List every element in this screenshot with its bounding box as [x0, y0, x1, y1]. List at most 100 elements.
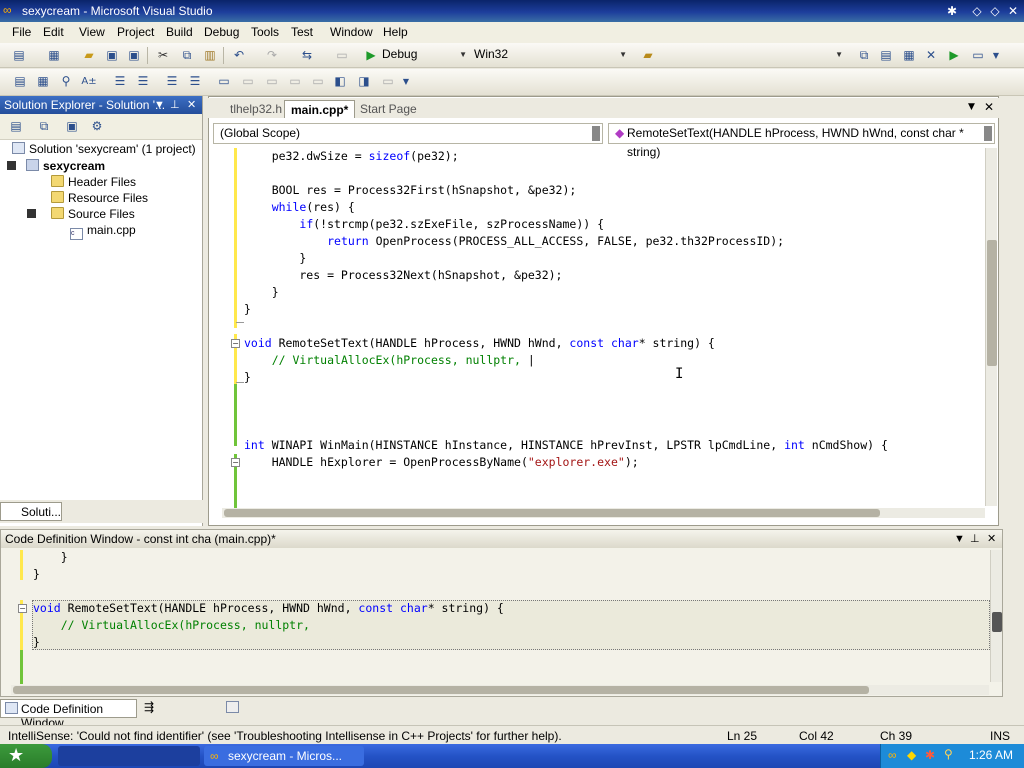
start-button[interactable]: ★ [0, 744, 52, 768]
next-bookmark-doc-icon[interactable]: ◨ [356, 74, 372, 89]
scope-dropdown[interactable]: (Global Scope) [213, 123, 603, 144]
tree-item-header-files[interactable]: Header Files [51, 175, 136, 189]
copy-icon[interactable]: ⧉ [179, 48, 195, 63]
menu-build[interactable]: Build [166, 25, 193, 39]
security-shield-icon[interactable]: ◆ [907, 748, 916, 762]
prev-bookmark-folder-icon[interactable]: ▭ [287, 74, 303, 89]
tree-item-source-files[interactable]: Source Files [27, 207, 135, 221]
collapse-icon[interactable]: − [231, 339, 240, 348]
config-combo[interactable]: Debug ▼ [366, 46, 470, 65]
tab-code-definition-window[interactable]: Code Definition Window [0, 699, 137, 730]
prev-bookmark-icon[interactable]: ▭ [240, 74, 256, 89]
menu-test[interactable]: Test [291, 25, 313, 39]
code-editor[interactable]: pe32.dwSize = sizeof(pe32); BOOL res = P… [244, 148, 888, 471]
command-window-icon[interactable]: ▭ [970, 48, 986, 63]
tab-property-manager[interactable] [134, 502, 194, 521]
menu-file[interactable]: File [12, 25, 31, 39]
tray-app-icon[interactable]: ✱ [925, 748, 935, 762]
editor-vertical-scrollbar[interactable] [985, 148, 997, 506]
tab-output[interactable] [222, 699, 278, 718]
search-icon[interactable]: ⚲ [944, 747, 953, 761]
prev-bookmark-doc-icon[interactable]: ◧ [332, 74, 348, 89]
tab-call-browser[interactable]: ⇶ [140, 699, 220, 718]
start-page-icon[interactable]: ▶ [946, 48, 962, 63]
pin-icon[interactable]: ⊥ [970, 530, 980, 548]
member-dropdown[interactable]: ◆ RemoteSetText(HANDLE hProcess, HWND hW… [608, 123, 995, 159]
close-icon[interactable]: ✕ [987, 530, 996, 548]
tab-solution-explorer[interactable]: Soluti... [0, 502, 62, 521]
active-files-dropdown-icon[interactable]: ▼ [968, 102, 975, 112]
undo-icon[interactable]: ↶ [231, 48, 247, 63]
properties-icon[interactable]: ▤ [878, 48, 894, 63]
refresh-icon[interactable]: ▣ [64, 119, 80, 134]
scrollbar-thumb[interactable] [13, 686, 869, 694]
toolbar-options-icon[interactable]: ▼ [398, 74, 414, 89]
menu-debug[interactable]: Debug [204, 25, 239, 39]
tab-main-cpp[interactable]: main.cpp* [284, 100, 356, 118]
increase-indent-icon[interactable]: ☰ [135, 74, 151, 89]
tab-start-page[interactable]: Start Page [354, 100, 423, 118]
paste-icon[interactable]: ▥ [202, 48, 218, 63]
save-icon[interactable]: ▣ [104, 48, 120, 63]
menu-help[interactable]: Help [383, 25, 408, 39]
decrease-indent-icon[interactable]: ☰ [112, 74, 128, 89]
show-all-files-icon[interactable]: ⧉ [36, 119, 52, 134]
chevron-down-icon[interactable]: ▼ [954, 530, 965, 548]
menu-project[interactable]: Project [117, 25, 154, 39]
pin-icon[interactable]: ⊥ [170, 96, 180, 114]
next-bookmark-icon[interactable]: ▭ [264, 74, 280, 89]
add-item-icon[interactable]: ▦ [46, 48, 62, 63]
redo-icon[interactable]: ↷ [264, 48, 280, 63]
minimize-button[interactable]: ◇ [968, 3, 986, 19]
menu-tools[interactable]: Tools [251, 25, 279, 39]
comment-icon[interactable]: ☰ [164, 74, 180, 89]
tree-item-project[interactable]: sexycream [7, 159, 105, 173]
tab-class-view[interactable] [66, 502, 130, 521]
solution-explorer-icon[interactable]: ⧉ [856, 48, 872, 63]
collapse-icon[interactable]: − [231, 458, 240, 467]
properties-icon[interactable]: ▤ [8, 119, 24, 134]
uncomment-icon[interactable]: ☰ [187, 74, 203, 89]
open-file-icon[interactable]: ▰ [81, 48, 97, 63]
close-document-icon[interactable]: ✕ [984, 100, 994, 114]
tree-item-resource-files[interactable]: Resource Files [51, 191, 148, 205]
toolbar-options-icon[interactable]: ▼ [988, 48, 1004, 63]
tray-vs-icon[interactable]: ∞ [888, 748, 897, 762]
navigate-forward-icon[interactable]: ▭ [334, 48, 350, 63]
taskbar-button-hidden[interactable] [58, 746, 200, 766]
maximize-button[interactable]: ◇ [986, 3, 1004, 19]
pin-icon[interactable]: ✱ [943, 3, 961, 19]
chevron-down-icon[interactable]: ▼ [154, 96, 165, 114]
editor-horizontal-scrollbar[interactable] [222, 508, 985, 518]
scrollbar-thumb[interactable] [224, 509, 880, 517]
definition-vertical-scrollbar[interactable] [990, 550, 1002, 682]
collapse-icon[interactable] [27, 209, 36, 218]
toolbox-icon[interactable]: ✕ [923, 48, 939, 63]
code-definition-content[interactable]: } } void RemoteSetText(HANDLE hProcess, … [33, 549, 504, 651]
close-button[interactable]: ✕ [1004, 3, 1022, 19]
collapse-icon[interactable] [7, 161, 16, 170]
find-combo[interactable]: ▼ [660, 46, 846, 65]
bookmark-icon[interactable]: ▭ [216, 74, 232, 89]
menu-view[interactable]: View [79, 25, 105, 39]
tree-item-main-cpp[interactable]: c main.cpp [70, 223, 136, 240]
clear-bookmarks-icon[interactable]: ▭ [380, 74, 396, 89]
scrollbar-thumb[interactable] [987, 240, 997, 366]
new-project-icon[interactable]: ▤ [11, 48, 27, 63]
find-in-files-icon[interactable]: ▰ [640, 48, 656, 63]
next-bookmark-folder-icon[interactable]: ▭ [310, 74, 326, 89]
menu-window[interactable]: Window [330, 25, 373, 39]
cut-icon[interactable]: ✂ [155, 48, 171, 63]
tab-tlhelp32[interactable]: tlhelp32.h [224, 100, 288, 118]
display-object-member-list-icon[interactable]: ▤ [12, 74, 28, 89]
display-parameter-info-icon[interactable]: ▦ [35, 74, 51, 89]
platform-combo[interactable]: Win32 ▼ [458, 46, 630, 65]
taskbar-button-visual-studio[interactable]: ∞ sexycream - Micros... [204, 746, 364, 766]
navigate-icon[interactable]: ⇆ [299, 48, 315, 63]
view-class-diagram-icon[interactable]: ⚙ [89, 119, 105, 134]
object-browser-icon[interactable]: ▦ [901, 48, 917, 63]
definition-horizontal-scrollbar[interactable] [11, 685, 989, 695]
menu-edit[interactable]: Edit [43, 25, 64, 39]
close-icon[interactable]: ✕ [187, 96, 196, 114]
quick-info-icon[interactable]: ⚲ [58, 74, 74, 89]
